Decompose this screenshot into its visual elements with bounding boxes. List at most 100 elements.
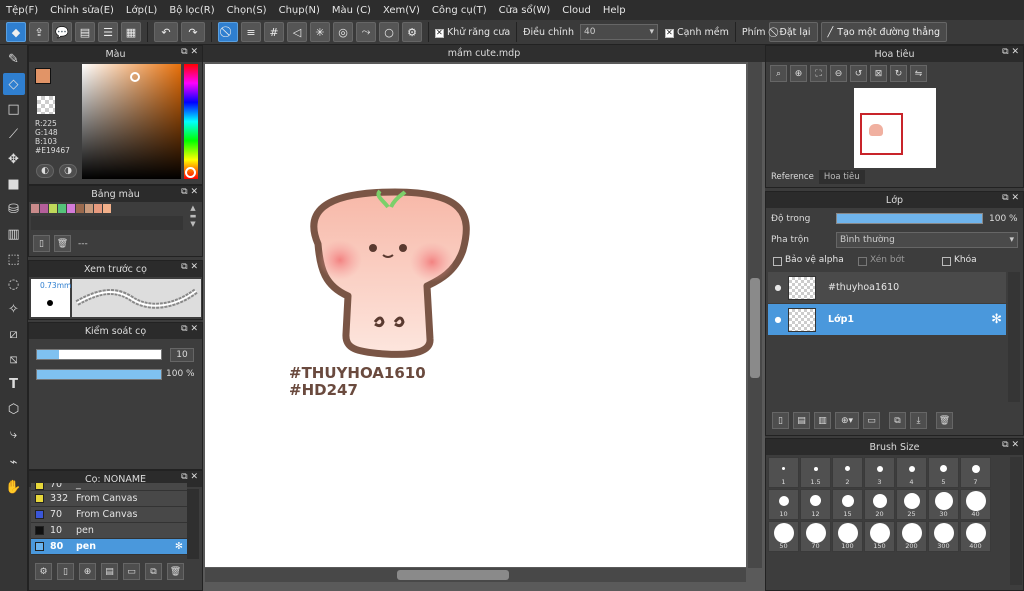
palette-scroll[interactable]: ▲ ▬ ▼	[187, 204, 199, 230]
add-layer-menu-icon[interactable]: ⊕▾	[835, 412, 859, 429]
straight-line-button[interactable]: ╱ Tạo một đường thẳng	[820, 22, 948, 42]
rotate-right-icon[interactable]: ↻	[890, 65, 907, 82]
zoom-out-icon[interactable]: ⊖	[830, 65, 847, 82]
speech-bubble-button[interactable]: 💬	[52, 22, 72, 42]
select-pen-tool-icon[interactable]: ⧄	[3, 323, 25, 345]
brush-size-slider[interactable]	[36, 349, 162, 360]
panel-close-icon[interactable]: ⧉ ✕	[181, 187, 198, 197]
brush-list-item[interactable]: 80 pen ✻	[31, 539, 187, 555]
color-set-button[interactable]: ◑	[59, 164, 77, 178]
menu-item[interactable]: Help	[603, 5, 626, 16]
panel-close-icon[interactable]: ⧉ ✕	[181, 324, 198, 334]
delete-layer-icon[interactable]: 🗑	[936, 412, 953, 429]
canvas-page[interactable]: #THUYHOA1610 #HD247	[205, 64, 746, 567]
folder-icon[interactable]: ▭	[123, 563, 140, 580]
menu-item[interactable]: Cửa sổ(W)	[499, 5, 551, 16]
protect-alpha-checkbox[interactable]: Bảo vệ alpha	[773, 255, 844, 266]
snap-settings-button[interactable]: ⚙	[402, 22, 422, 42]
brush-size-cell[interactable]: 70	[800, 521, 831, 552]
vertical-scrollbar[interactable]	[748, 62, 762, 568]
gradient-tool-icon[interactable]: ▥	[3, 223, 25, 245]
hand-tool-icon[interactable]: ✋	[3, 476, 25, 498]
delete-brush-icon[interactable]: 🗑	[167, 563, 184, 580]
palette-swatch[interactable]	[40, 204, 48, 213]
text-tool-icon[interactable]: T	[3, 373, 25, 395]
brush-settings-icon[interactable]: ⚙	[35, 563, 52, 580]
brush-size-cell[interactable]: 5	[928, 457, 959, 488]
document-tab[interactable]: mầm cute.mdp	[203, 45, 765, 62]
brush-opacity-slider[interactable]	[36, 369, 162, 380]
gear-icon[interactable]: ✻	[175, 541, 183, 552]
eyedropper-tool-icon[interactable]: ⤷	[3, 423, 25, 445]
snap-curve-button[interactable]: ⤳	[356, 22, 376, 42]
brush-size-cell[interactable]: 200	[896, 521, 927, 552]
new-8bit-layer-icon[interactable]: ▤	[793, 412, 810, 429]
brush-size-cell[interactable]: 3	[864, 457, 895, 488]
comment-button[interactable]: ▤	[75, 22, 95, 42]
brush-size-cell[interactable]: 400	[960, 521, 991, 552]
layer-settings-icon[interactable]: ✻	[991, 312, 1002, 327]
palette-swatch[interactable]	[49, 204, 57, 213]
panel-close-icon[interactable]: ⧉ ✕	[181, 472, 198, 482]
clipping-checkbox[interactable]: Xén bớt	[858, 255, 905, 266]
brush-size-cell[interactable]: 4	[896, 457, 927, 488]
brush-list-item[interactable]: 70 _	[31, 483, 187, 491]
foreground-color-swatch[interactable]	[35, 68, 51, 84]
menu-item[interactable]: Công cụ(T)	[432, 5, 487, 16]
layer-list-button[interactable]: ☰	[98, 22, 118, 42]
palette-swatch[interactable]	[85, 204, 93, 213]
divide-tool-icon[interactable]: ⬡	[3, 398, 25, 420]
antialias-checkbox[interactable]: Khử răng cưa	[435, 27, 510, 38]
bucket-tool-icon[interactable]: ⛁	[3, 198, 25, 220]
snap-radial-button[interactable]: ✳	[310, 22, 330, 42]
snap-off-button[interactable]: ⃠	[218, 22, 238, 42]
brush-list-scrollbar[interactable]	[187, 489, 199, 559]
brush-size-cell[interactable]: 150	[864, 521, 895, 552]
brush-list-item[interactable]: 10 pen	[31, 523, 187, 539]
palette-swatch[interactable]	[94, 204, 102, 213]
grid-icon-button[interactable]: ▦	[121, 22, 141, 42]
picker-cursor[interactable]	[130, 72, 140, 82]
brush-size-cell[interactable]: 12	[800, 489, 831, 520]
snap-circle-button[interactable]: ◎	[333, 22, 353, 42]
navigator-thumbnail[interactable]	[854, 88, 936, 168]
brush-size-cell[interactable]: 10	[768, 489, 799, 520]
lasso-tool-icon[interactable]: ◌	[3, 273, 25, 295]
brush-tool-icon[interactable]: ✎	[3, 48, 25, 70]
new-layer-icon[interactable]: ▯	[772, 412, 789, 429]
panel-close-icon[interactable]: ⧉ ✕	[1002, 440, 1019, 450]
brush-size-cell[interactable]: 15	[832, 489, 863, 520]
duplicate-brush-icon[interactable]: ⧉	[145, 563, 162, 580]
rotate-left-icon[interactable]: ↺	[850, 65, 867, 82]
brush-size-cell[interactable]: 300	[928, 521, 959, 552]
brush-size-cell[interactable]: 30	[928, 489, 959, 520]
brush-size-cell[interactable]: 100	[832, 521, 863, 552]
dropper-tool-icon[interactable]: ⌁	[3, 451, 25, 473]
menu-item[interactable]: Cloud	[562, 5, 591, 16]
rect-select-tool-icon[interactable]: ⬚	[3, 248, 25, 270]
palette-swatch[interactable]	[31, 204, 39, 213]
brush-size-cell[interactable]: 1	[768, 457, 799, 488]
softedge-checkbox[interactable]: Cạnh mềm	[664, 27, 729, 38]
move-tool-icon[interactable]: ✥	[3, 148, 25, 170]
copy-brush-icon[interactable]: ▤	[101, 563, 118, 580]
brush-size-cell[interactable]: 25	[896, 489, 927, 520]
brush-list-item[interactable]: 70 From Canvas	[31, 507, 187, 523]
vertical-scroll-thumb[interactable]	[750, 278, 760, 378]
brush-size-cell[interactable]: 40	[960, 489, 991, 520]
eye-icon[interactable]: ●	[768, 283, 788, 292]
select-tool-button[interactable]: ◆	[6, 22, 26, 42]
tab-navigator[interactable]: Hoa tiêu	[818, 170, 865, 184]
flip-icon[interactable]: ⇋	[910, 65, 927, 82]
palette-swatch[interactable]	[58, 204, 66, 213]
menu-item[interactable]: Chỉnh sửa(E)	[50, 5, 114, 16]
layer-scrollbar[interactable]	[1008, 272, 1020, 402]
adjust-dropdown[interactable]: 40 ▾	[579, 24, 658, 40]
layer-folder-icon[interactable]: ▭	[863, 412, 880, 429]
export-button[interactable]: ⇪	[29, 22, 49, 42]
snap-grid-button[interactable]: #	[264, 22, 284, 42]
hue-cursor[interactable]	[185, 167, 196, 178]
lock-checkbox[interactable]: Khóa	[942, 255, 977, 266]
add-brush-icon[interactable]: ⊕	[79, 563, 96, 580]
horizontal-scroll-thumb[interactable]	[397, 570, 509, 580]
